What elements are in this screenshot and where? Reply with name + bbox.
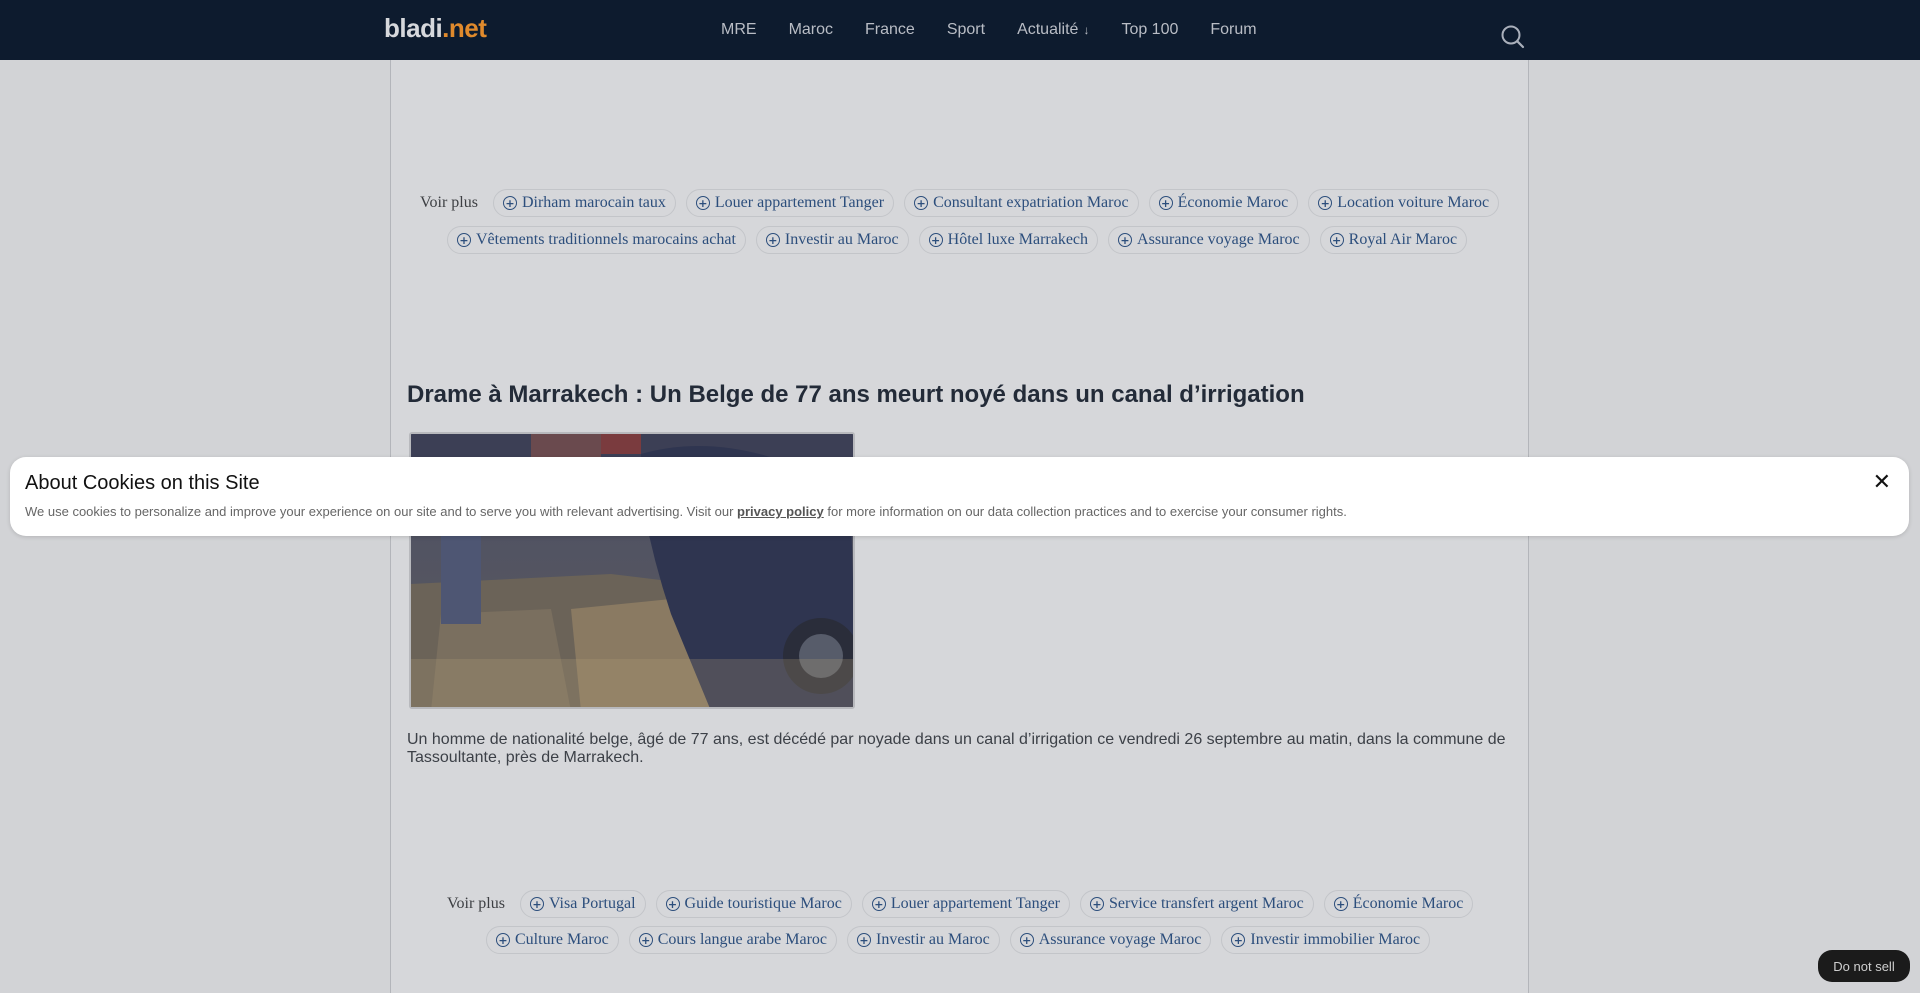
cookie-text-part: We use cookies to personalize and improv… [25,504,738,519]
plus-circle-icon: + [1019,933,1034,947]
related-tag[interactable]: + Consultant expatriation Maroc [904,189,1139,217]
nav-item-top-100[interactable]: Top 100 [1121,21,1178,39]
tag-label: Culture Maroc [515,931,609,948]
tag-label: Louer appartement Tanger [890,895,1060,912]
related-tag[interactable]: + Louer appartement Tanger [685,189,895,217]
related-tag[interactable]: + Économie Maroc [1323,890,1474,918]
nav-label: MRE [721,21,757,38]
plus-circle-icon: + [928,233,943,247]
tag-label: Économie Maroc [1352,895,1464,912]
related-tags-top-row-2: + Vêtements traditionnels marocains achat… [447,226,1477,254]
related-tag[interactable]: + Visa Portugal [519,890,646,918]
arrow-down-icon: ↓ [1083,23,1090,37]
plus-circle-icon: + [765,233,780,247]
tag-label: Louer appartement Tanger [714,194,885,211]
nav-label: France [865,21,915,38]
related-tags-bottom-row-1: Voir plus + Visa Portugal + Guide touristi… [447,890,1483,918]
nav-label: Actualité [1017,21,1079,38]
tag-label: Assurance voyage Maroc [1137,231,1300,248]
cookie-text-part: for more information on our data collect… [823,504,1347,519]
related-tag[interactable]: + Vêtements traditionnels marocains achat [447,226,746,254]
top-navigation-bar: bladi.net MRE Maroc France Sport Actuali… [0,0,1920,60]
plus-circle-icon: + [1090,897,1104,911]
related-tag[interactable]: + Culture Maroc [486,926,619,954]
nav-label: Maroc [788,21,834,38]
plus-circle-icon: + [502,196,517,210]
cookie-banner: About Cookies on this Site We use cookie… [10,457,1909,536]
cookie-banner-text: We use cookies to personalize and improv… [25,504,1347,519]
related-tag[interactable]: + Investir au Maroc [755,226,909,254]
main-nav: MRE Maroc France Sport Actualité ↓ Top 10… [721,0,1289,60]
nav-item-maroc[interactable]: Maroc [789,21,833,39]
plus-circle-icon: + [871,897,886,911]
tag-label: Hôtel luxe Marrakech [947,231,1089,248]
plus-circle-icon: + [1231,933,1246,947]
tag-label: Investir immobilier Maroc [1250,931,1421,948]
tag-label: Économie Maroc [1177,194,1289,211]
plus-circle-icon: + [1318,196,1333,210]
related-tag[interactable]: + Guide touristique Maroc [655,890,852,918]
nav-item-actualite[interactable]: Actualité ↓ [1017,21,1089,39]
search-icon[interactable] [1500,24,1526,50]
related-tags-top-row-1: Voir plus + Dirham marocain taux + Louer a… [420,189,1509,217]
nav-item-sport[interactable]: Sport [947,21,985,39]
related-tag[interactable]: + Économie Maroc [1148,189,1299,217]
tag-label: Guide touristique Maroc [684,895,842,912]
nav-label: Sport [946,21,986,38]
tag-label: Dirham marocain taux [521,194,666,211]
related-tag[interactable]: + Hôtel luxe Marrakech [918,226,1099,254]
plus-circle-icon: + [857,933,872,947]
plus-circle-icon: + [529,897,544,911]
tag-label: Location voiture Maroc [1337,194,1490,211]
related-tag[interactable]: + Assurance voyage Maroc [1108,226,1310,254]
cookie-banner-title: About Cookies on this Site [25,472,260,494]
logo-suffix: .net [442,13,487,43]
nav-item-mre[interactable]: MRE [721,21,757,39]
tag-label: Investir au Maroc [876,931,990,948]
related-tag[interactable]: + Location voiture Maroc [1308,189,1500,217]
tag-label: Investir au Maroc [784,231,899,248]
tag-label: Consultant expatriation Maroc [933,194,1129,211]
tag-label: Assurance voyage Maroc [1038,931,1202,948]
plus-circle-icon: + [496,933,510,947]
related-tag[interactable]: + Service transfert argent Maroc [1080,890,1314,918]
tag-label: Royal Air Maroc [1348,231,1458,248]
related-tag[interactable]: + Assurance voyage Maroc [1009,926,1212,954]
plus-circle-icon: + [638,933,653,947]
tag-label: Visa Portugal [548,895,636,912]
plus-circle-icon: + [695,196,710,210]
nav-item-france[interactable]: France [865,21,915,39]
article-title[interactable]: Drame à Marrakech : Un Belge de 77 ans m… [407,381,1305,409]
plus-circle-icon: + [914,196,929,210]
plus-circle-icon: + [1118,233,1133,247]
article-lead: Un homme de nationalité belge, âgé de 77… [407,731,1506,766]
nav-label: Forum [1210,21,1257,38]
do-not-sell-button[interactable]: Do not sell [1818,950,1910,982]
logo-text: bladi [384,13,443,43]
site-logo[interactable]: bladi.net [384,13,487,44]
related-tag[interactable]: + Investir immobilier Maroc [1221,926,1431,954]
plus-circle-icon: + [457,233,471,247]
voir-plus-label: Voir plus [420,194,478,211]
plus-circle-icon: + [1333,897,1348,911]
related-tags-bottom-row-2: + Culture Maroc + Cours langue arabe Maroc… [486,926,1440,954]
tag-label: Vêtements traditionnels marocains achat [476,231,736,248]
related-tag[interactable]: + Louer appartement Tanger [861,890,1070,918]
plus-circle-icon: + [1329,233,1344,247]
related-tag[interactable]: + Cours langue arabe Maroc [628,926,838,954]
tag-label: Cours langue arabe Maroc [657,931,828,948]
tag-label: Service transfert argent Maroc [1109,895,1304,912]
related-tag[interactable]: + Royal Air Maroc [1319,226,1468,254]
privacy-policy-link[interactable]: privacy policy [737,504,824,519]
plus-circle-icon: + [665,897,680,911]
related-tag[interactable]: + Investir au Maroc [847,926,1000,954]
nav-label: Top 100 [1121,21,1179,38]
nav-item-forum[interactable]: Forum [1210,21,1256,39]
related-tag[interactable]: + Dirham marocain taux [492,189,676,217]
close-icon[interactable]: ✕ [1873,470,1891,495]
voir-plus-label: Voir plus [447,895,505,912]
plus-circle-icon: + [1158,196,1173,210]
